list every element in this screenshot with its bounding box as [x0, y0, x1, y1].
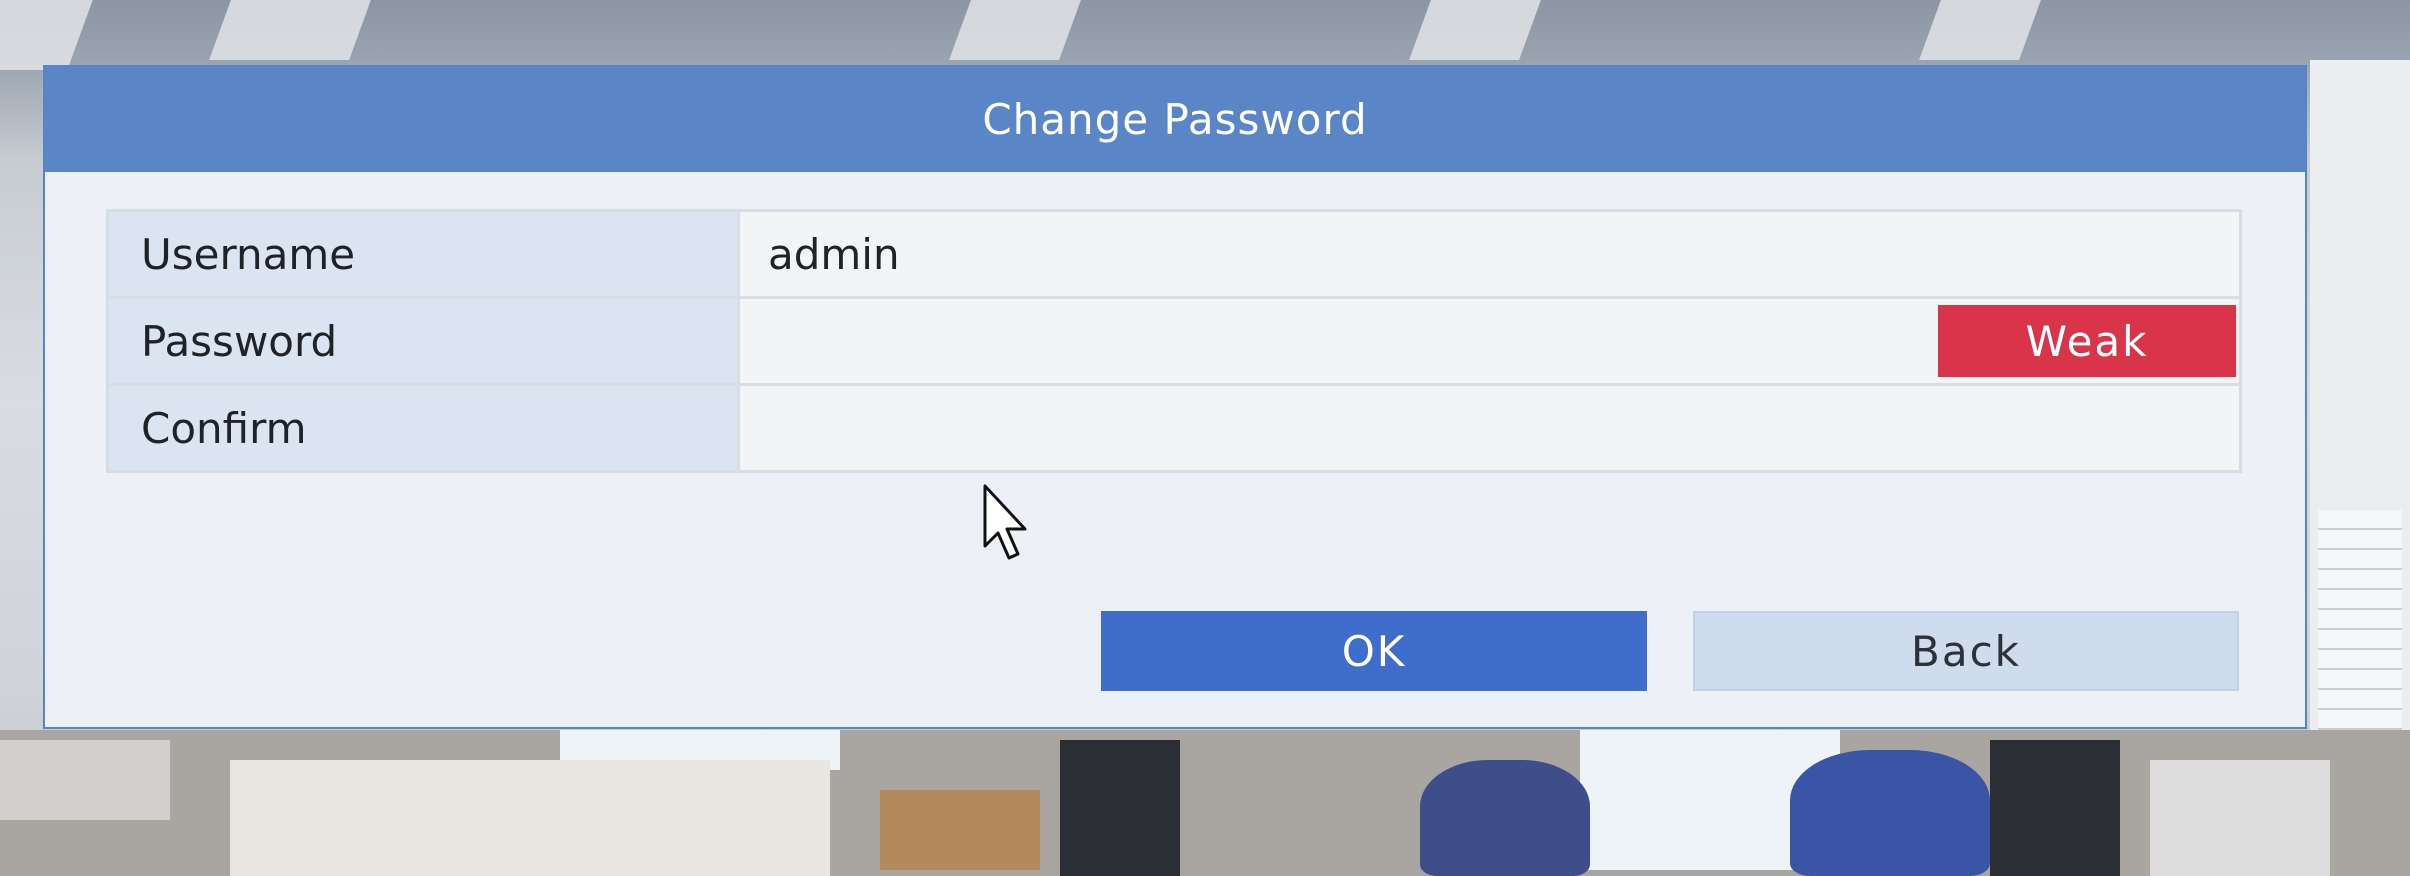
mouse-pointer-icon [983, 484, 1027, 560]
username-field[interactable]: admin [740, 212, 2239, 296]
ok-button[interactable]: OK [1101, 611, 1647, 691]
username-label: Username [109, 212, 740, 296]
dialog-header: Change Password [45, 67, 2305, 172]
password-form: Username admin Password Weak Confirm [106, 209, 2242, 473]
form-row-confirm: Confirm [109, 386, 2239, 470]
form-row-password: Password Weak [109, 299, 2239, 386]
password-strength-badge: Weak [1938, 305, 2236, 377]
change-password-dialog: Change Password Username admin Password … [43, 65, 2307, 729]
confirm-label: Confirm [109, 386, 740, 470]
username-value: admin [768, 229, 900, 279]
form-row-username: Username admin [109, 212, 2239, 299]
password-field-container: Weak [740, 299, 2239, 383]
password-label: Password [109, 299, 740, 383]
dialog-title: Change Password [982, 95, 1368, 144]
confirm-field-container [740, 386, 2239, 470]
back-button[interactable]: Back [1693, 611, 2239, 691]
confirm-password-input[interactable] [768, 386, 2239, 470]
